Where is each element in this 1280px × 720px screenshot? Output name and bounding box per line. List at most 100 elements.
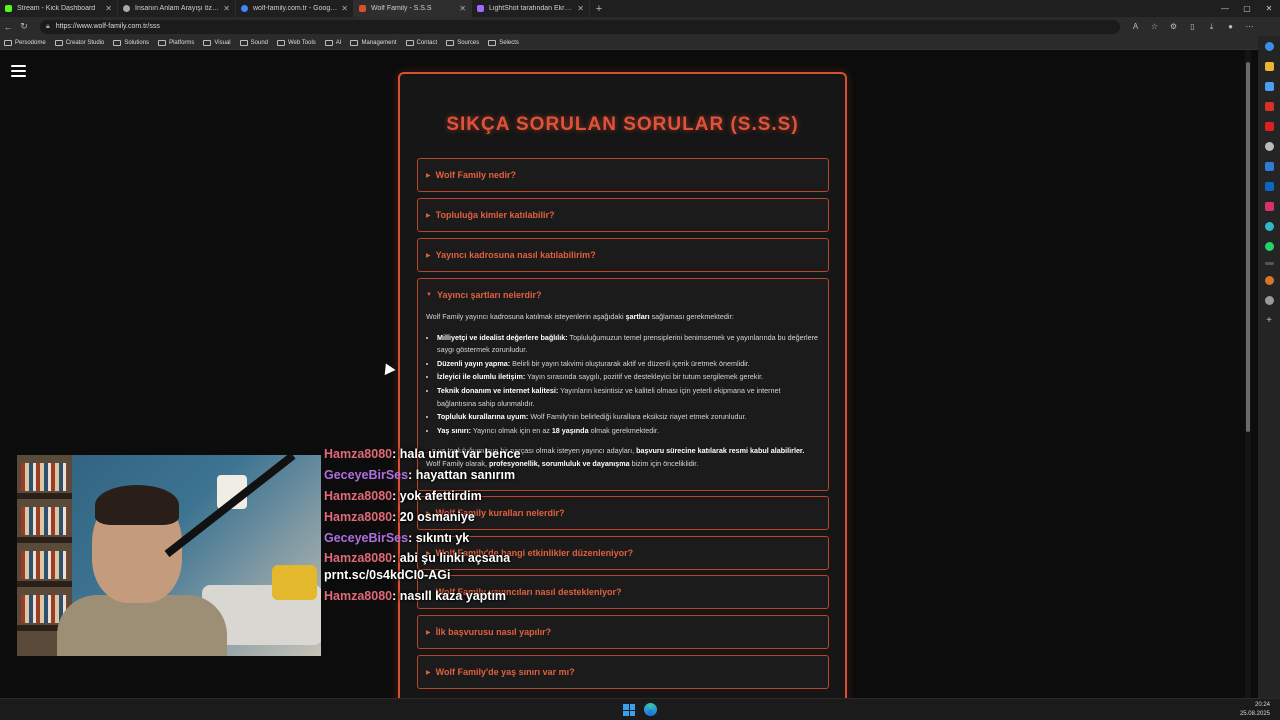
folder-icon bbox=[488, 39, 497, 46]
kick-icon bbox=[5, 5, 12, 12]
folder-icon bbox=[54, 39, 63, 46]
more-menu-icon[interactable]: ⋯ bbox=[1240, 22, 1259, 32]
tab-kick-dashboard[interactable]: Stream - Kick Dashboard ✕ bbox=[0, 0, 118, 17]
chat-message: GeceyeBirSes: hayattan sanırım bbox=[324, 467, 584, 484]
faq-item-1[interactable]: ▶ Wolf Family nedir? bbox=[417, 158, 829, 192]
close-icon[interactable]: ✕ bbox=[105, 4, 112, 13]
copilot-icon[interactable] bbox=[1264, 42, 1274, 51]
tab-label: Stream - Kick Dashboard bbox=[17, 5, 96, 12]
bookmark-sources[interactable]: Sources bbox=[446, 39, 480, 46]
split-screen-icon[interactable]: ▯ bbox=[1183, 22, 1202, 32]
stream-chat-overlay: Hamza8080: hala umut var bence GeceyeBir… bbox=[324, 446, 584, 609]
bookmark-solutions[interactable]: Solutions bbox=[113, 39, 150, 46]
chat-username: Hamza8080 bbox=[324, 551, 393, 566]
instagram-icon[interactable] bbox=[1264, 202, 1274, 211]
faq-item-9[interactable]: ▶ Wolf Family'de yaş sınırı var mı? bbox=[417, 655, 829, 689]
url-text: https://www.wolf-family.com.tr/sss bbox=[55, 23, 160, 30]
bookmark-ai[interactable]: AI bbox=[324, 39, 341, 46]
tab-label: İnsanın Anlam Arayışı özeti bbox=[135, 5, 220, 12]
faq-question: Yayıncı kadrosuna nasıl katılabilirim? bbox=[435, 250, 596, 260]
office-icon[interactable] bbox=[1264, 82, 1274, 91]
bookmark-label: Web Tools bbox=[288, 39, 316, 46]
tab-insanin-anlam-arayisi[interactable]: İnsanın Anlam Arayışı özeti ✕ bbox=[118, 0, 236, 17]
faq-question: Topluluğa kimler katılabilir? bbox=[435, 210, 555, 220]
bookmark-creator-studio[interactable]: Creator Studio bbox=[54, 39, 104, 46]
download-icon[interactable]: ⤓ bbox=[1202, 22, 1221, 32]
browser-essentials-icon[interactable] bbox=[1264, 296, 1274, 305]
outlook-icon[interactable] bbox=[1264, 162, 1274, 171]
lightshot-icon bbox=[477, 5, 484, 12]
refresh-icon[interactable]: ↻ bbox=[16, 21, 32, 32]
chat-username: GeceyeBirSes bbox=[324, 530, 409, 545]
bookmark-sound[interactable]: Sound bbox=[239, 39, 268, 46]
globe-icon bbox=[123, 5, 130, 12]
linkedin-icon[interactable] bbox=[1264, 182, 1274, 191]
hamburger-menu-icon[interactable] bbox=[11, 65, 26, 77]
list-item: Yaş sınırı: Yayıncı olmak için en az 18 … bbox=[437, 425, 820, 438]
chat-text: : 20 osmaniye bbox=[392, 509, 475, 524]
threads-icon[interactable] bbox=[1264, 222, 1274, 231]
tab-label: wolf-family.com.tr - Google'da Ar bbox=[253, 5, 337, 12]
clock-date: 25.08.2025 bbox=[1239, 711, 1270, 717]
read-aloud-icon[interactable]: A bbox=[1126, 22, 1145, 32]
google-icon bbox=[241, 5, 248, 12]
close-icon[interactable]: ✕ bbox=[459, 4, 466, 13]
bookmark-contact[interactable]: Contact bbox=[405, 39, 438, 46]
add-icon[interactable]: + bbox=[1265, 316, 1274, 326]
lock-icon: 🔒︎ bbox=[46, 22, 50, 30]
close-icon[interactable]: ✕ bbox=[223, 4, 230, 13]
tool-icon[interactable] bbox=[1264, 262, 1274, 265]
minimize-icon[interactable]: — bbox=[1214, 0, 1236, 17]
new-tab-button[interactable]: + bbox=[590, 0, 608, 17]
url-field[interactable]: 🔒︎ https://www.wolf-family.com.tr/sss bbox=[40, 19, 1120, 34]
folder-icon bbox=[277, 39, 285, 46]
whatsapp-icon[interactable] bbox=[1264, 242, 1274, 251]
youtube-icon[interactable] bbox=[1264, 122, 1274, 131]
bookmarks-bar: Persodome Creator Studio Solutions Platf… bbox=[0, 36, 1280, 50]
windows-start-icon[interactable] bbox=[623, 704, 635, 716]
page-scrollbar[interactable] bbox=[1245, 50, 1251, 698]
system-clock[interactable]: 20:24 25.08.2025 bbox=[1240, 701, 1270, 719]
close-icon[interactable]: ✕ bbox=[341, 4, 348, 13]
edge-browser-icon[interactable] bbox=[644, 703, 657, 716]
back-icon[interactable]: ← bbox=[0, 22, 16, 32]
bookmark-label: Solutions bbox=[124, 39, 150, 46]
close-window-icon[interactable]: ✕ bbox=[1258, 0, 1280, 17]
bookmark-platforms[interactable]: Platforms bbox=[158, 39, 194, 46]
streamer-body bbox=[57, 595, 227, 656]
maximize-icon[interactable]: ▢ bbox=[1236, 0, 1258, 17]
games-icon[interactable] bbox=[1264, 142, 1274, 151]
tab-lightshot[interactable]: LightShot tarafından Ekran Görü ✕ bbox=[472, 0, 590, 17]
bookmark-management[interactable]: Management bbox=[350, 39, 397, 46]
extensions-icon[interactable]: ⚙ bbox=[1164, 22, 1183, 32]
faq-question: Yayıncı şartları nelerdir? bbox=[436, 290, 542, 300]
faq-item-8[interactable]: ▶ İlk başvurusu nasıl yapılır? bbox=[417, 615, 829, 649]
list-item: Düzenli yayın yapma: Belirli bir yayın t… bbox=[437, 358, 820, 371]
bookmark-label: Persodome bbox=[15, 39, 46, 46]
books bbox=[21, 463, 67, 491]
answer-intro: Wolf Family yayıncı kadrosuna katılmak i… bbox=[426, 312, 734, 321]
tab-wolf-family-sss[interactable]: Wolf Family - S.S.S ✕ bbox=[354, 0, 472, 17]
favorite-star-icon[interactable]: ☆ bbox=[1145, 22, 1164, 32]
profile-icon[interactable]: ● bbox=[1221, 22, 1240, 32]
bookmark-visual[interactable]: Visual bbox=[203, 39, 231, 46]
faq-item-3[interactable]: ▶ Yayıncı kadrosuna nasıl katılabilirim? bbox=[417, 238, 829, 272]
screen: Stream - Kick Dashboard ✕ İnsanın Anlam … bbox=[0, 0, 1280, 720]
bookmark-label: Contact bbox=[416, 39, 438, 46]
caret-right-icon: ▶ bbox=[426, 172, 431, 179]
collections-icon[interactable] bbox=[1264, 62, 1274, 71]
bookmark-label: Sources bbox=[457, 39, 480, 46]
bookmark-persodome[interactable]: Persodome bbox=[4, 39, 46, 46]
bookmark-label: Selects bbox=[499, 39, 519, 46]
folder-icon bbox=[405, 39, 414, 46]
chat-message: Hamza8080: 20 osmaniye bbox=[324, 509, 584, 526]
tab-google-search[interactable]: wolf-family.com.tr - Google'da Ar ✕ bbox=[236, 0, 354, 17]
close-icon[interactable]: ✕ bbox=[577, 4, 584, 13]
chat-text: : sıkıntı yk bbox=[408, 530, 470, 545]
gmail-icon[interactable] bbox=[1264, 102, 1274, 111]
scrollbar-thumb[interactable] bbox=[1246, 62, 1250, 432]
bookmark-web-tools[interactable]: Web Tools bbox=[277, 39, 316, 46]
faq-item-2[interactable]: ▶ Topluluğa kimler katılabilir? bbox=[417, 198, 829, 232]
bookmark-selects[interactable]: Selects bbox=[488, 39, 519, 46]
shopping-icon[interactable] bbox=[1264, 276, 1274, 285]
